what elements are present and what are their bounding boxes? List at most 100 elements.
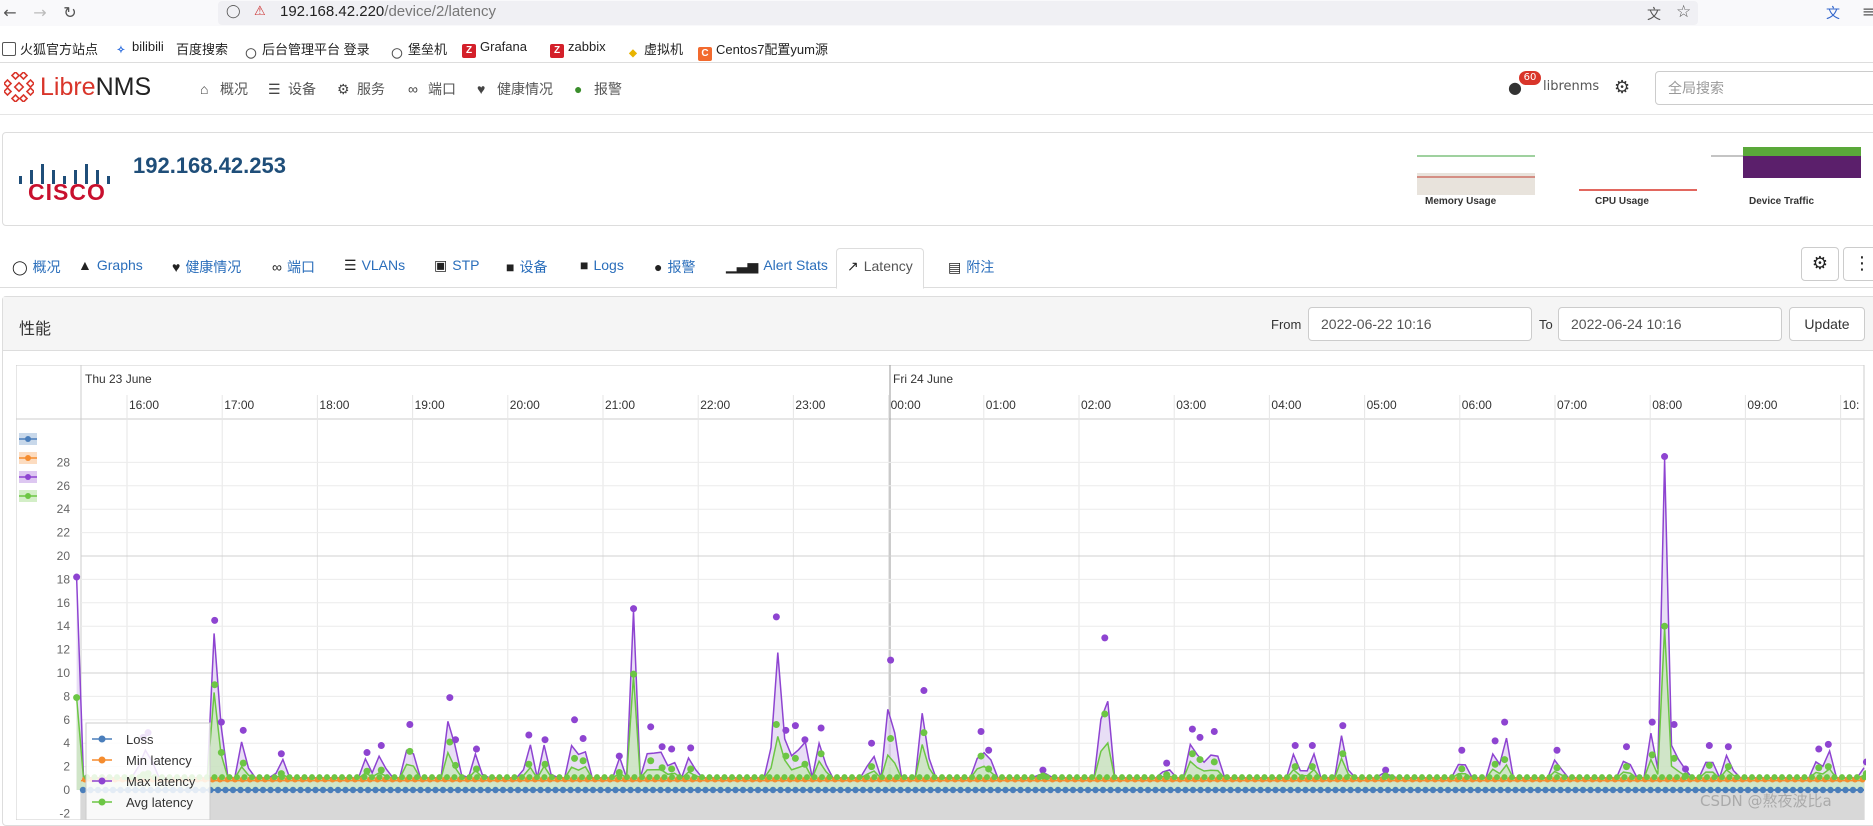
loss-point	[987, 786, 994, 794]
gear-icon[interactable]: ⚙	[1614, 77, 1630, 98]
memory-usage-label: Memory Usage	[1425, 196, 1497, 207]
librenms-logo-icon[interactable]	[4, 72, 34, 102]
loss-point	[1144, 786, 1152, 794]
tab-ports[interactable]: ∞ 端口	[272, 257, 315, 277]
loss-point	[717, 786, 724, 794]
username[interactable]: librenms	[1543, 79, 1599, 94]
avg-latency-point	[1039, 772, 1047, 780]
bookmark-firefox[interactable]: 火狐官方站点	[2, 39, 98, 58]
latency-chart: Thu 23 June Fri 24 June 16:00 17:00 18:00 19:…	[15, 364, 1870, 821]
bookmark-label: 火狐官方站点	[20, 42, 99, 57]
device-more-button[interactable]: ⋮	[1843, 247, 1873, 281]
avg-latency-point	[391, 774, 398, 781]
tab-alert-stats[interactable]: ▁▃▅ Alert Stats	[726, 257, 828, 274]
bookmark-centos[interactable]: C Centos7配置yum源	[698, 39, 828, 61]
shield-icon[interactable]: ◯	[226, 4, 241, 19]
avg-latency-point	[1171, 774, 1178, 781]
max-latency-point	[239, 726, 247, 734]
notification-badge[interactable]: 60	[1519, 71, 1541, 85]
globe-icon: ◯	[390, 47, 404, 61]
tab-health[interactable]: ♥ 健康情况	[172, 257, 241, 277]
tab-logs[interactable]: ■ Logs	[580, 257, 624, 273]
tab-graphs[interactable]: ▲ Graphs	[78, 257, 143, 273]
avg-latency-point	[1704, 774, 1710, 781]
loss-point	[424, 786, 432, 794]
loss-point	[1197, 786, 1204, 794]
menu-icon[interactable]: ≡	[1862, 2, 1873, 21]
avg-latency-point	[615, 768, 623, 776]
tab-notes[interactable]: ▤ 附注	[948, 257, 994, 277]
loss-point	[859, 786, 867, 794]
back-icon[interactable]: ←	[0, 3, 20, 23]
loss-point	[1054, 786, 1062, 794]
nav-ports[interactable]: ∞ 端口	[408, 79, 456, 99]
to-date-input[interactable]: 2022-06-24 10:16	[1558, 307, 1782, 341]
y-tick-label: 0	[63, 783, 70, 797]
tab-vlans[interactable]: ☰ VLANs	[344, 257, 405, 274]
memory-usage-sparkline[interactable]	[1417, 155, 1535, 195]
nav-devices[interactable]: ☰ 设备	[268, 79, 316, 99]
avg-latency-point	[871, 774, 878, 781]
bookmark-baidu[interactable]: 百度搜索	[176, 39, 228, 58]
bookmark-zabbix[interactable]: Zzabbix	[550, 39, 606, 58]
y-tick-label: 28	[57, 455, 71, 469]
avg-latency-point	[316, 774, 323, 781]
chart-frame	[15, 364, 1865, 821]
from-date-input[interactable]: 2022-06-22 10:16	[1308, 307, 1532, 341]
star-icon[interactable]: ☆	[1676, 2, 1691, 22]
device-settings-button[interactable]: ⚙	[1801, 247, 1839, 281]
avg-latency-point	[601, 774, 608, 781]
forward-icon[interactable]: →	[30, 3, 50, 23]
z-icon: Z	[462, 44, 476, 58]
nav-overview[interactable]: ⌂ 概况	[200, 79, 248, 99]
translate-ext-icon[interactable]: 文	[1826, 3, 1840, 23]
nav-alerts[interactable]: ● 报警	[574, 79, 622, 99]
loss-point	[919, 786, 927, 794]
avg-latency-point	[339, 774, 345, 781]
bookmark-grafana[interactable]: Z Grafana	[462, 39, 527, 58]
url-text[interactable]: 192.168.42.220/device/2/latency	[280, 3, 496, 20]
nav-health[interactable]: ♥ 健康情况	[477, 79, 553, 99]
loss-point	[1849, 786, 1857, 794]
search-input[interactable]: 全局搜索	[1655, 71, 1873, 105]
avg-latency-point	[1606, 774, 1613, 781]
loss-point	[1557, 786, 1564, 794]
loss-point	[784, 786, 792, 794]
insecure-lock-icon[interactable]: ⚠	[254, 4, 266, 19]
bookmark-bilibili[interactable]: ✧ bilibili	[114, 39, 164, 58]
bookmark-admin[interactable]: ◯ 后台管理平台 登录	[244, 39, 370, 61]
key-icon: ◆	[626, 47, 640, 61]
loss-point	[409, 786, 417, 794]
loss-point	[319, 786, 327, 794]
legend-dot	[98, 777, 106, 785]
update-button[interactable]: Update	[1789, 307, 1865, 341]
device-hostname[interactable]: 192.168.42.253	[133, 153, 286, 179]
tab-alerts[interactable]: ● 报警	[654, 257, 695, 277]
tab-overview[interactable]: ◯ 概况	[12, 257, 61, 277]
max-latency-point	[1501, 718, 1509, 726]
bookmark-bastion[interactable]: ◯ 堡垒机	[390, 39, 447, 61]
avg-latency-point	[369, 774, 375, 781]
avg-latency-point	[1705, 761, 1713, 769]
reload-icon[interactable]: ↻	[60, 3, 80, 23]
tab-latency[interactable]: ↗ Latency	[836, 248, 924, 289]
bookmark-vm[interactable]: ◆ 虚拟机	[626, 39, 683, 61]
nav-services[interactable]: ⚙ 服务	[337, 79, 385, 99]
loss-point	[259, 786, 267, 794]
tab-stp[interactable]: ▣ STP	[434, 257, 479, 274]
latency-chart-svg[interactable]: Thu 23 June Fri 24 June 16:00 17:00 18:00 19:…	[15, 364, 1870, 821]
avg-latency-point	[811, 774, 818, 781]
loss-point	[447, 786, 454, 794]
tab-inventory[interactable]: ■ 设备	[506, 257, 547, 277]
avg-latency-point	[226, 774, 233, 781]
max-latency-point	[1196, 733, 1204, 741]
cpu-usage-sparkline[interactable]	[1579, 188, 1697, 192]
avg-latency-point	[1756, 774, 1763, 781]
avg-latency-point	[1126, 774, 1133, 781]
avg-latency-point	[1276, 774, 1283, 781]
librenms-logo-text[interactable]: LibreNMS	[40, 73, 151, 102]
translate-icon[interactable]: 文	[1647, 4, 1661, 24]
avg-latency-point	[864, 774, 870, 781]
loss-point	[754, 786, 762, 794]
device-traffic-sparkline[interactable]	[1711, 147, 1861, 193]
